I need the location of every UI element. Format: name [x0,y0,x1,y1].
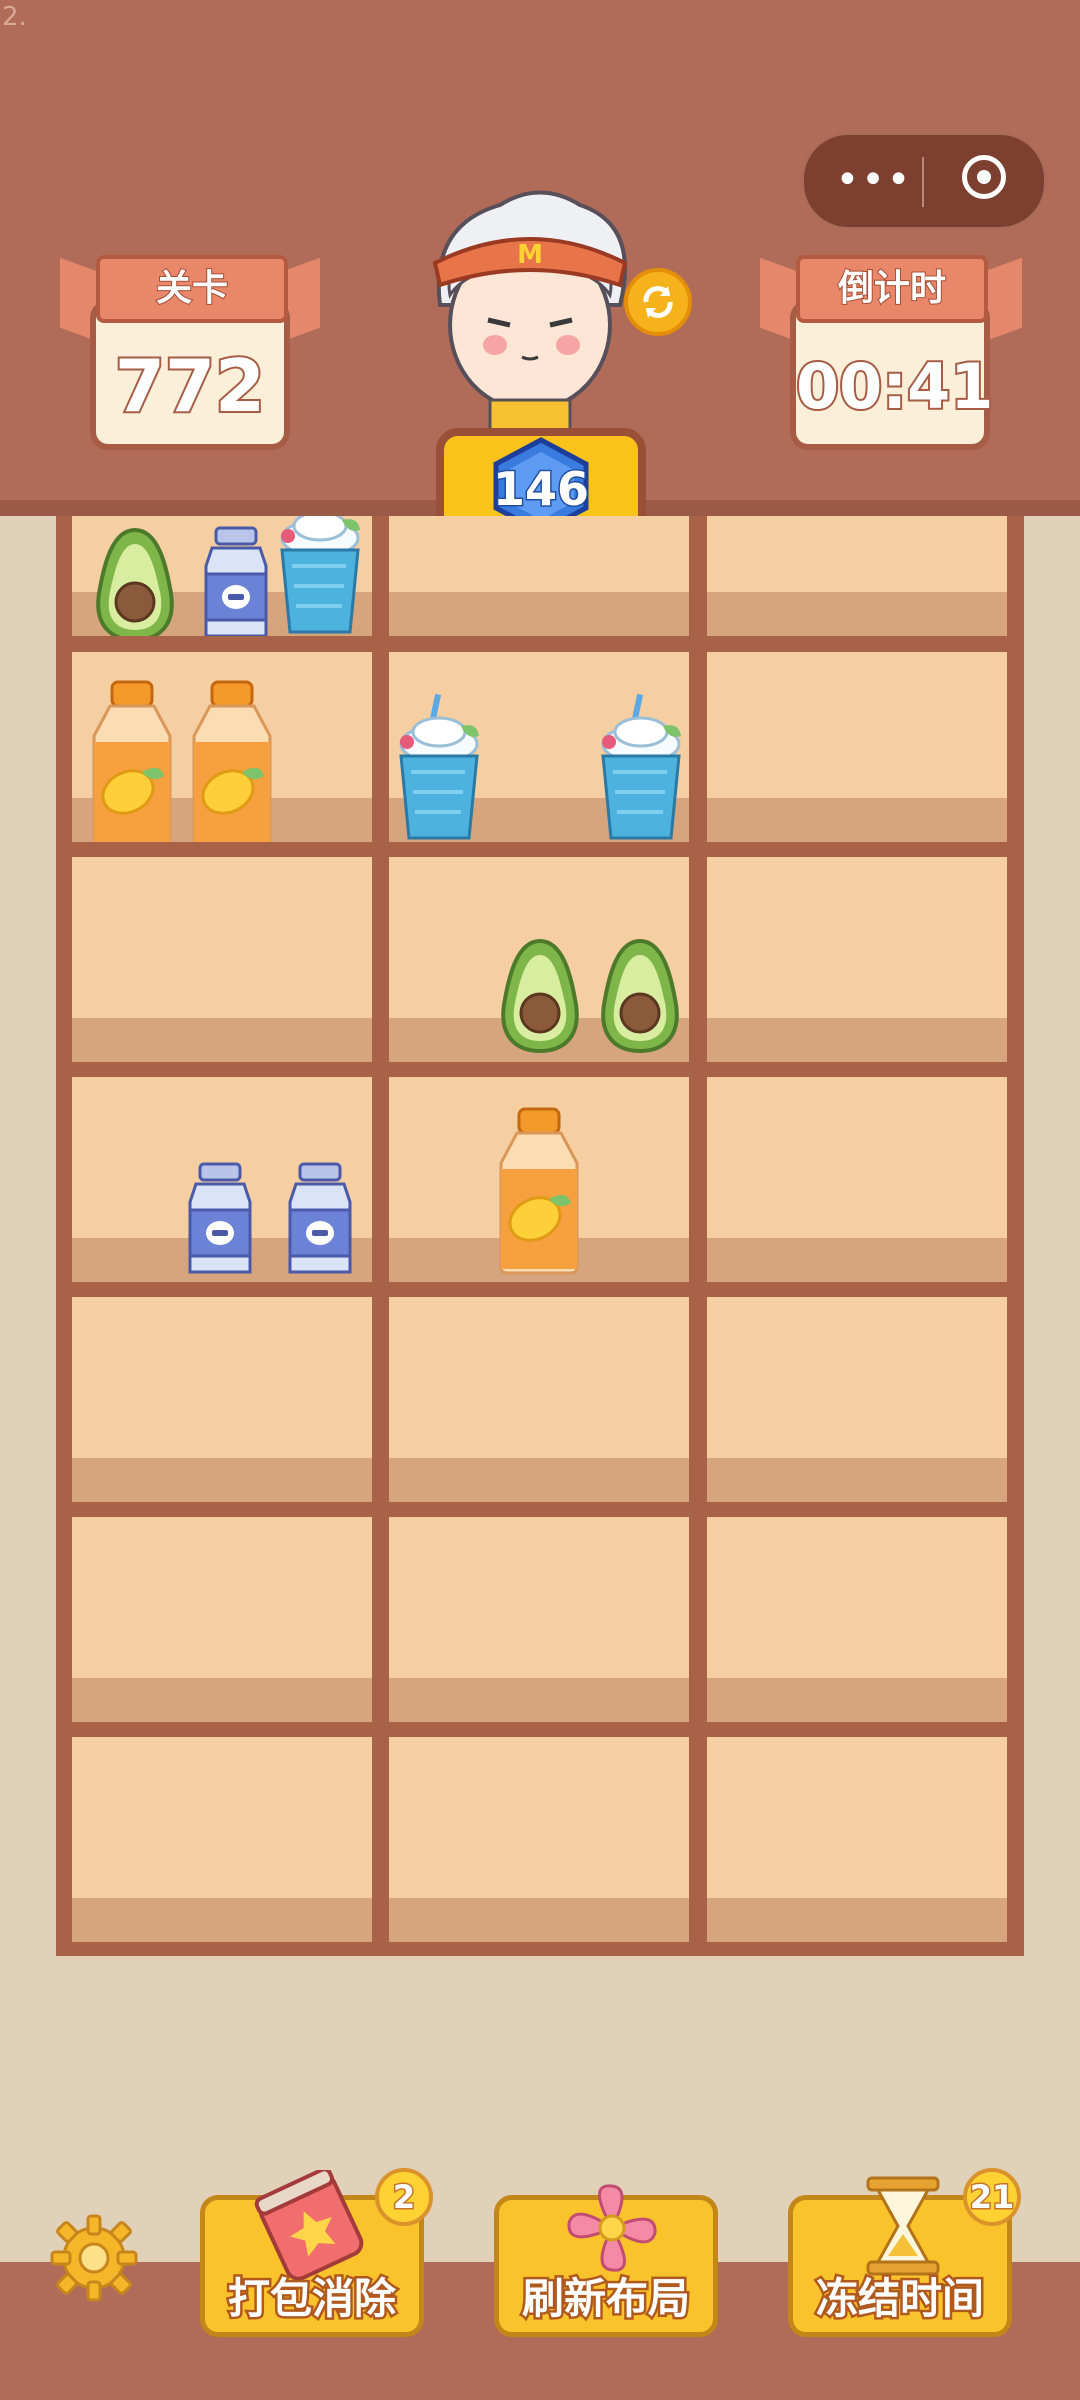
milk-bottle-item[interactable] [198,526,274,636]
avocado-item[interactable] [595,937,685,1059]
countdown-title: 倒计时 [796,255,988,323]
shelf-floor [72,1898,372,1942]
corner-label: 2. [2,2,27,32]
gear-icon[interactable] [46,2210,142,2306]
milk-bottle-item[interactable] [182,1162,258,1282]
shelf-cell[interactable] [707,1517,1007,1722]
blue-smoothie-item[interactable] [593,692,689,842]
shelf-cell[interactable] [707,857,1007,1062]
soda-can-icon [254,2170,364,2280]
shelf-cell[interactable] [72,1077,372,1282]
target-icon[interactable] [962,155,1006,199]
more-dots-icon[interactable]: ••• [834,157,914,203]
shelf-cell[interactable] [707,516,1007,636]
shelf-floor [707,798,1007,842]
tool-label: 冻结时间 [813,2272,986,2326]
hourglass-icon [866,2176,940,2276]
shelf-cell[interactable] [72,857,372,1062]
blue-smoothie-item[interactable] [391,692,487,842]
countdown-value: 00:41 [794,348,995,425]
shelf-cell[interactable] [707,1297,1007,1502]
shelf-cell[interactable] [389,857,689,1062]
pack-clear-button[interactable]: 打包消除 2 [200,2168,433,2337]
tool-count-badge: 21 [963,2168,1021,2226]
shelf-floor [707,592,1007,636]
mango-juice-item[interactable] [84,680,180,842]
blue-smoothie-item[interactable] [272,516,368,636]
shelf-cell[interactable] [389,1737,689,1942]
freeze-time-button[interactable]: 冻结时间 21 [788,2168,1021,2337]
shelf-floor [72,1018,372,1062]
shelf-floor [389,1678,689,1722]
shelf-floor [72,1458,372,1502]
level-value: 772 [113,342,267,430]
score-value: 146 [491,461,590,518]
shelf-cell[interactable] [707,1077,1007,1282]
shelf-grid [56,516,1024,1956]
shelf-cell[interactable] [72,1737,372,1942]
shelf-floor [72,1678,372,1722]
chef-avatar: M [432,190,628,445]
avocado-item[interactable] [495,937,585,1059]
shelf-cell[interactable] [72,1297,372,1502]
tool-label: 打包消除 [225,2272,398,2326]
mango-juice-item[interactable] [491,1107,587,1281]
shelf-cell[interactable] [72,516,372,636]
refresh-layout-button[interactable]: 刷新布局 [494,2184,718,2337]
refresh-icon[interactable] [624,268,692,336]
capsule-divider [922,157,924,207]
shelf-cell[interactable] [389,652,689,842]
mango-juice-item[interactable] [184,680,280,842]
tool-count-badge: 2 [375,2168,433,2226]
shelf-cell[interactable] [389,516,689,636]
milk-bottle-item[interactable] [282,1162,358,1282]
shelf-floor [707,1898,1007,1942]
shelf-cell[interactable] [389,1077,689,1282]
shelf-cell[interactable] [72,652,372,842]
shelf-floor [389,592,689,636]
miniprogram-capsule: ••• [802,133,1046,229]
svg-text:M: M [517,240,543,270]
shelf-floor [389,1458,689,1502]
shelf-floor [389,1898,689,1942]
shelf-cell[interactable] [707,652,1007,842]
shelf-floor [707,1458,1007,1502]
shelf-cell[interactable] [72,1517,372,1722]
avocado-item[interactable] [90,526,180,636]
level-title: 关卡 [96,255,288,323]
pinwheel-icon [567,2184,657,2272]
shelf-floor [707,1018,1007,1062]
tool-label: 刷新布局 [519,2272,692,2326]
shelf-cell[interactable] [389,1297,689,1502]
shelf-cell[interactable] [707,1737,1007,1942]
shelf-floor [707,1238,1007,1282]
shelf-floor [707,1678,1007,1722]
shelf-cell[interactable] [389,1517,689,1722]
